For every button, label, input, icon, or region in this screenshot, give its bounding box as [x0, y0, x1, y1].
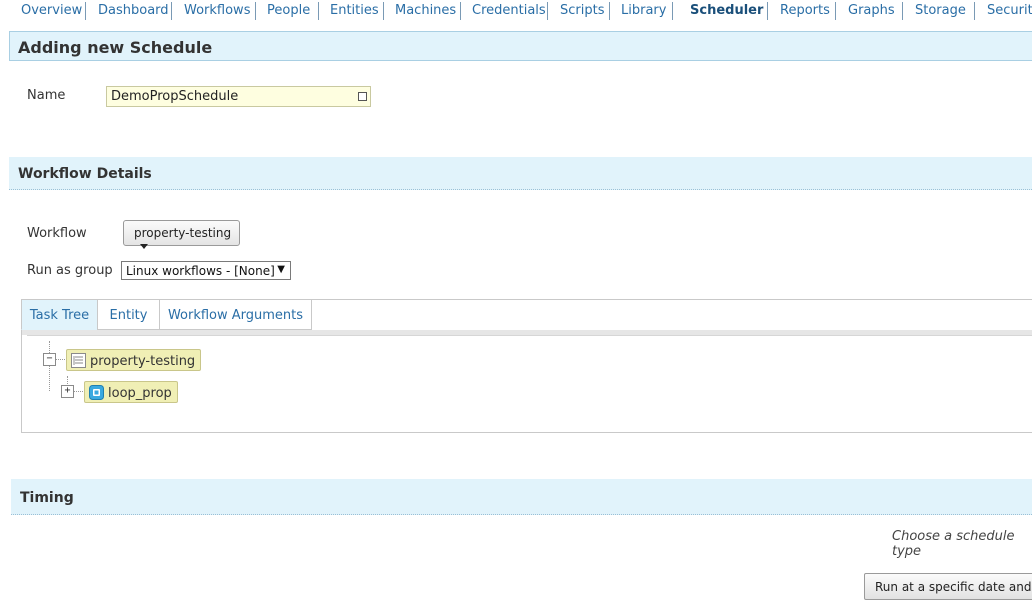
tab-entity[interactable]: Entity — [97, 299, 160, 330]
workflow-label: Workflow — [27, 226, 87, 241]
top-nav: Overview Dashboard Workflows People Enti… — [0, 0, 1032, 22]
input-resize-icon — [358, 92, 367, 101]
tab-workflow-arguments[interactable]: Workflow Arguments — [159, 299, 312, 330]
nav-dashboard[interactable]: Dashboard — [98, 3, 169, 18]
caret-down-icon — [140, 244, 148, 249]
run-as-group-label: Run as group — [27, 263, 113, 278]
nav-separator — [609, 2, 610, 20]
tree-node-label: loop_prop — [108, 386, 172, 401]
name-input[interactable]: DemoPropSchedule — [106, 86, 371, 107]
timing-header: Timing — [11, 479, 1032, 515]
loop-task-icon — [89, 385, 104, 404]
task-tree: − property-testing + loop_prop — [27, 335, 1032, 431]
nav-separator — [85, 2, 86, 20]
nav-machines[interactable]: Machines — [395, 3, 456, 18]
tree-node-loop-prop[interactable]: loop_prop — [84, 381, 178, 403]
tab-task-tree[interactable]: Task Tree — [21, 299, 98, 330]
workflow-details-header: Workflow Details — [9, 157, 1032, 190]
workflow-dropdown-value: property-testing — [134, 226, 232, 240]
nav-separator — [318, 2, 319, 20]
workflow-icon — [71, 353, 86, 372]
tree-connector — [49, 341, 50, 391]
nav-scheduler[interactable]: Scheduler — [690, 3, 763, 18]
nav-storage[interactable]: Storage — [915, 3, 966, 18]
run-as-group-select[interactable]: Linux workflows - [None] ▼ — [121, 261, 291, 280]
run-as-group-value: Linux workflows - [None] — [126, 264, 275, 278]
nav-separator — [547, 2, 548, 20]
nav-scripts[interactable]: Scripts — [560, 3, 604, 18]
tree-node-property-testing[interactable]: property-testing — [66, 349, 202, 372]
tree-connector — [55, 359, 65, 360]
nav-separator — [672, 2, 673, 20]
nav-workflows[interactable]: Workflows — [184, 3, 250, 18]
choose-schedule-type-text: Choose a schedule type — [892, 529, 1015, 559]
name-label: Name — [27, 88, 66, 103]
nav-graphs[interactable]: Graphs — [848, 3, 895, 18]
nav-people[interactable]: People — [267, 3, 310, 18]
nav-separator — [835, 2, 836, 20]
nav-separator — [460, 2, 461, 20]
nav-separator — [383, 2, 384, 20]
nav-separator — [974, 2, 975, 20]
nav-overview[interactable]: Overview — [21, 3, 82, 18]
collapse-icon[interactable]: − — [43, 353, 56, 366]
tree-node-label: property-testing — [90, 354, 196, 369]
page-title: Adding new Schedule — [9, 31, 1032, 61]
workflow-dropdown[interactable]: property-testing — [123, 220, 240, 249]
nav-separator — [767, 2, 768, 20]
nav-separator — [902, 2, 903, 20]
nav-library[interactable]: Library — [621, 3, 666, 18]
nav-separator — [255, 2, 256, 20]
nav-credentials[interactable]: Credentials — [472, 3, 546, 18]
nav-reports[interactable]: Reports — [780, 3, 830, 18]
tree-connector — [73, 391, 83, 392]
select-arrow-icon: ▼ — [277, 264, 285, 275]
nav-security[interactable]: Security — [987, 3, 1032, 18]
nav-separator — [171, 2, 172, 20]
nav-entities[interactable]: Entities — [330, 3, 379, 18]
tab-panel: Task Tree Entity Workflow Arguments − pr… — [21, 299, 1032, 433]
expand-icon[interactable]: + — [61, 385, 74, 398]
run-at-specific-time-button[interactable]: Run at a specific date and time — [864, 573, 1032, 600]
